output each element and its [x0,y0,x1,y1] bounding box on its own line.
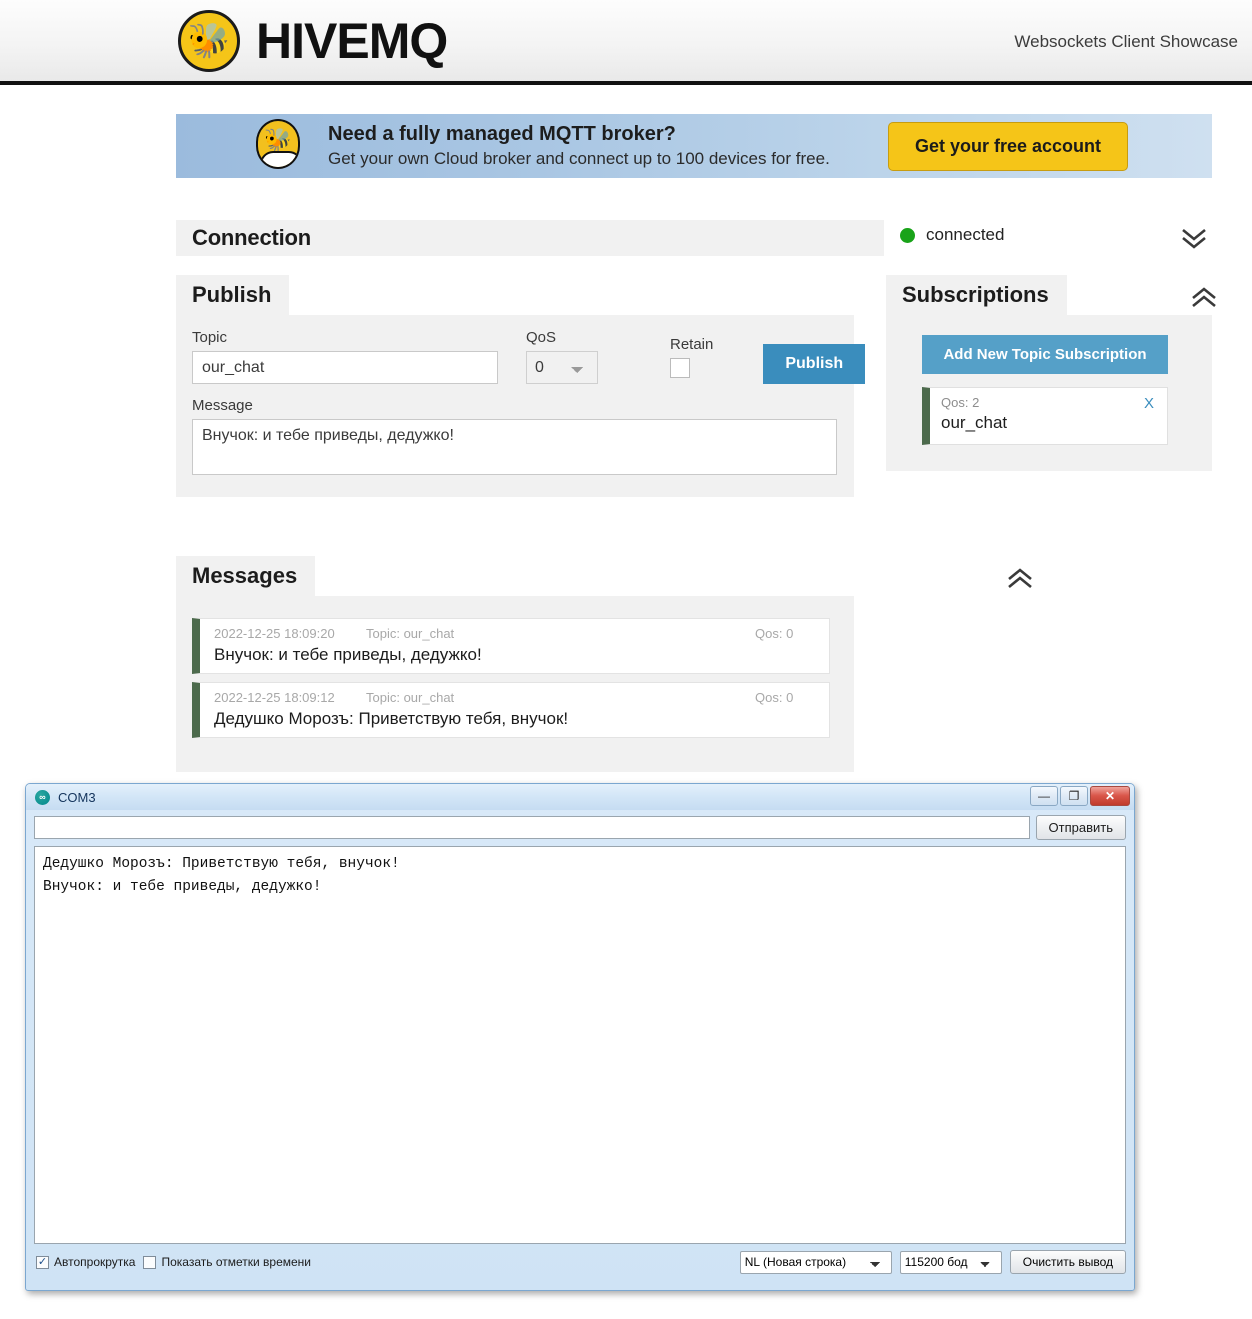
publish-header-filler [289,275,854,315]
chevron-double-up-icon [1008,568,1032,589]
timestamp-label: Показать отметки времени [161,1255,312,1269]
logo-text: HIVEMQ [256,12,448,69]
connection-expand-toggle[interactable] [1178,224,1210,257]
timestamp-checkbox[interactable] [143,1255,157,1269]
subscriptions-panel: Subscriptions Add New Topic Subscription… [886,275,1216,471]
remove-subscription-button[interactable]: X [1144,395,1154,412]
subscriptions-body: Add New Topic Subscription Qos: 2 X our_… [886,315,1212,471]
topic-label: Topic [192,329,228,346]
banner-subtitle: Get your own Cloud broker and connect up… [328,148,830,168]
publish-body: Topic QoS 0 Retain Publish Message Внучо… [176,315,866,497]
close-button[interactable]: ✕ [1090,786,1130,806]
bee-logo-icon: 🐝 [178,9,240,72]
message-text: Внучок: и тебе приведы, дедужко! [214,645,482,664]
status-dot-icon [900,227,915,243]
publish-header: Publish [176,275,1032,315]
messages-collapse-toggle[interactable] [1004,562,1036,590]
hivemq-logo[interactable]: 🐝 HIVEMQ [178,9,448,72]
connection-header: Connection [176,220,884,256]
chevron-double-up-icon [1192,287,1216,308]
qos-select[interactable]: 0 [526,351,598,384]
publish-panel: Publish Topic QoS 0 Retain [176,275,1032,497]
get-free-account-button[interactable]: Get your free account [887,121,1128,171]
serial-output-line: Дедушко Морозъ: Приветствую тебя, внучок… [43,856,400,872]
messages-header: Messages [176,556,1032,596]
subscriptions-header: Subscriptions [886,275,1216,315]
maximize-button[interactable]: ❐ [1060,786,1088,806]
serial-monitor-titlebar[interactable]: ∞ COM3 — ❐ ✕ [26,784,1134,810]
add-new-topic-subscription-button[interactable]: Add New Topic Subscription [922,335,1168,374]
banner-text: Need a fully managed MQTT broker? Get yo… [328,121,830,170]
message-qos: Qos: 0 [755,690,794,705]
window-title: COM3 [58,789,96,805]
autoscroll-label: Автопрокрутка [54,1255,136,1269]
status-label: connected [926,225,1005,244]
message-timestamp: 2022-12-25 18:09:20 [214,626,335,641]
connection-status: connected [900,225,1004,245]
messages-header-filler [315,556,854,596]
bee-glyph: 🐝 [187,21,231,60]
qos-label: QoS [526,329,557,346]
publish-button[interactable]: Publish [763,344,866,384]
chevron-double-down-icon [1182,228,1206,249]
message-topic: Topic: our_chat [366,690,455,705]
table-row[interactable]: 2022-12-25 18:09:20 Topic: our_chat Qos:… [192,618,830,674]
subscription-qos: Qos: 2 [941,395,980,410]
messages-body: 2022-12-25 18:09:20 Topic: our_chat Qos:… [176,596,854,772]
message-qos: Qos: 0 [755,626,794,641]
promo-banner: 🐝 Need a fully managed MQTT broker? Get … [176,114,1212,178]
serial-output-area[interactable]: Дедушко Морозъ: Приветствую тебя, внучок… [34,846,1126,1244]
retain-field-group: Retain [670,336,713,384]
serial-monitor-window: ∞ COM3 — ❐ ✕ Отправить Дедушко Морозъ: П… [25,783,1135,1291]
clear-output-button[interactable]: Очистить вывод [1009,1250,1126,1274]
table-row[interactable]: 2022-12-25 18:09:12 Topic: our_chat Qos:… [192,682,830,738]
subscription-topic: our_chat [941,413,1008,432]
arduino-logo-icon: ∞ [35,789,50,805]
topic-field-group: Topic [192,329,498,384]
connection-title: Connection [192,225,311,250]
message-textarea[interactable]: Внучок: и тебе приведы, дедужко! [192,419,837,475]
message-text: Дедушко Морозъ: Приветствую тебя, внучок… [214,709,569,728]
messages-title: Messages [192,563,298,588]
banner-bee-icon: 🐝 [256,119,302,173]
header-tagline: Websockets Client Showcase [1014,32,1238,51]
messages-panel: Messages 2022-12-25 18:09:20 Topic: our_… [176,556,1032,772]
site-header: 🐝 HIVEMQ Websockets Client Showcase [0,0,1252,85]
timestamp-checkbox-group[interactable]: Показать отметки времени [143,1255,311,1269]
topic-input[interactable] [192,351,498,384]
retain-label: Retain [670,336,714,353]
serial-monitor-toolbar: ✓ Автопрокрутка Показать отметки времени… [26,1244,1134,1274]
message-label: Message [192,397,253,414]
banner-title: Need a fully managed MQTT broker? [328,123,676,146]
qos-field-group: QoS 0 [526,329,598,384]
subscription-item[interactable]: Qos: 2 X our_chat [922,387,1168,445]
serial-output-line: Внучок: и тебе приведы, дедужко! [43,878,322,895]
message-timestamp: 2022-12-25 18:09:12 [214,690,335,705]
autoscroll-checkbox[interactable]: ✓ [36,1255,49,1269]
subscriptions-title: Subscriptions [902,282,1049,307]
baud-rate-select[interactable]: 115200 бод [899,1250,1002,1274]
autoscroll-checkbox-group[interactable]: ✓ Автопрокрутка [36,1255,135,1269]
publish-title: Publish [192,282,272,307]
minimize-button[interactable]: — [1030,786,1058,806]
serial-monitor-input-bar: Отправить [26,810,1134,846]
message-topic: Topic: our_chat [366,626,455,641]
send-button[interactable]: Отправить [1035,815,1126,840]
window-controls: — ❐ ✕ [1030,786,1130,806]
subscriptions-collapse-toggle[interactable] [1188,281,1220,309]
serial-send-input[interactable] [34,816,1030,839]
retain-checkbox[interactable] [670,358,690,378]
connection-panel: Connection [176,220,884,256]
line-ending-select[interactable]: NL (Новая строка) [739,1250,892,1274]
